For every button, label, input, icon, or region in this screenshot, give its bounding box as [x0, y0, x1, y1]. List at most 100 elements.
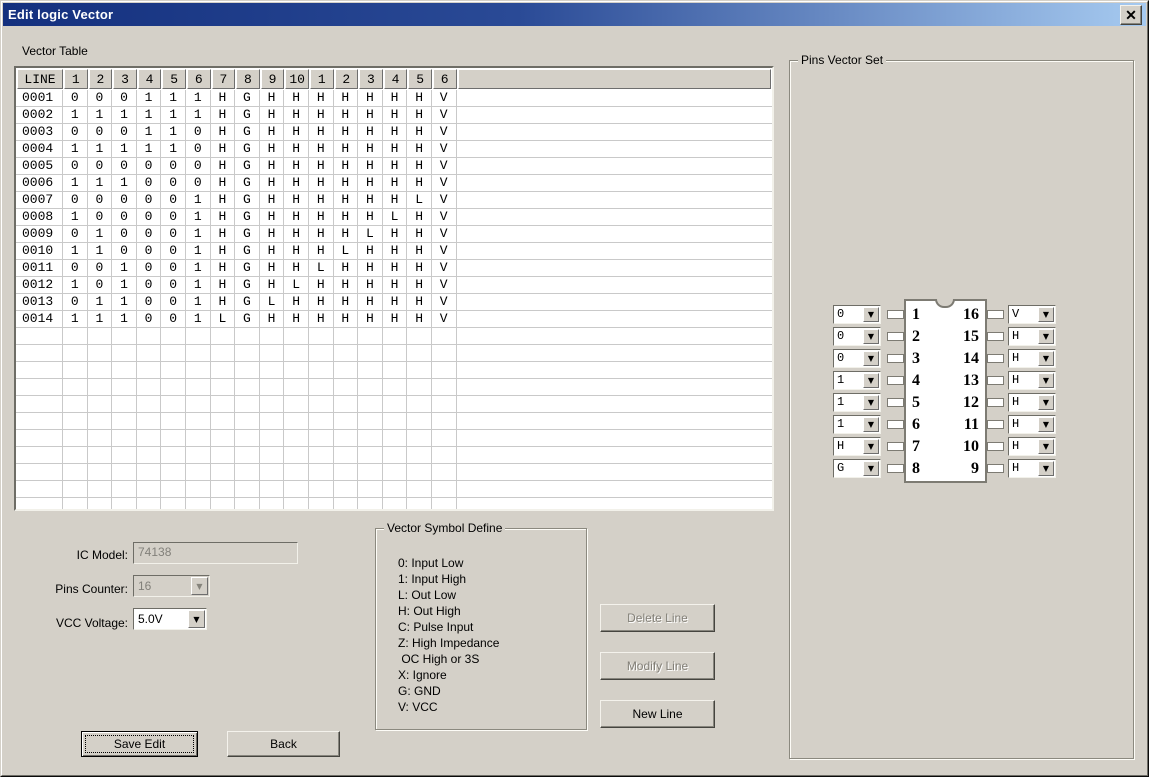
column-header-pin[interactable]: 10	[285, 69, 309, 89]
column-header-pin[interactable]: 7	[212, 69, 236, 89]
dropdown-arrow-icon[interactable]: ▼	[863, 417, 879, 432]
column-header-pin[interactable]: 2	[335, 69, 359, 89]
table-row[interactable]: 0002111111HGHHHHHHHV	[16, 107, 772, 124]
pin-8-combobox[interactable]: G▼	[833, 459, 881, 478]
table-row[interactable]: 0005000000HGHHHHHHHV	[16, 158, 772, 175]
dropdown-arrow-icon[interactable]: ▼	[1038, 373, 1054, 388]
pin-value-cell	[432, 328, 457, 344]
pin-10-combobox[interactable]: H▼	[1008, 437, 1056, 456]
pin-4-combobox[interactable]: 1▼	[833, 371, 881, 390]
dropdown-arrow-icon[interactable]: ▼	[1038, 395, 1054, 410]
column-header-pin[interactable]: 4	[138, 69, 162, 89]
pin-value-cell: H	[407, 294, 432, 310]
pin-value-cell	[211, 345, 236, 361]
pin-12-combobox[interactable]: H▼	[1008, 393, 1056, 412]
table-row[interactable]: 0012101001HGHLHHHHHV	[16, 277, 772, 294]
pin-9-combobox[interactable]: H▼	[1008, 459, 1056, 478]
vcc-voltage-combobox[interactable]: 5.0V ▼	[133, 608, 207, 630]
table-row[interactable]: 0001000111HGHHHHHHHV	[16, 90, 772, 107]
table-row[interactable]	[16, 430, 772, 447]
table-row[interactable]: 0010110001HGHHHLHHHV	[16, 243, 772, 260]
column-header-pin[interactable]: 1	[310, 69, 334, 89]
column-header-pin[interactable]: 5	[162, 69, 186, 89]
table-row[interactable]: 0003000110HGHHHHHHHV	[16, 124, 772, 141]
save-edit-button[interactable]: Save Edit	[81, 731, 198, 757]
dropdown-arrow-icon[interactable]: ▼	[863, 307, 879, 322]
table-row[interactable]: 0011001001HGHHLHHHHV	[16, 260, 772, 277]
table-row[interactable]: 0013011001HGLHHHHHHV	[16, 294, 772, 311]
pin-value-cell	[358, 430, 383, 446]
column-header-pin[interactable]: 3	[113, 69, 137, 89]
column-header-pin[interactable]: 2	[89, 69, 113, 89]
delete-line-button[interactable]: Delete Line	[600, 604, 715, 632]
pin-13-combobox[interactable]: H▼	[1008, 371, 1056, 390]
pin-7-combobox[interactable]: H▼	[833, 437, 881, 456]
pin-value-cell	[383, 328, 408, 344]
pin-number: 13	[963, 371, 979, 391]
table-row[interactable]	[16, 413, 772, 430]
table-row[interactable]: 0007000001HGHHHHHHLV	[16, 192, 772, 209]
ic-model-field[interactable]: 74138	[133, 542, 298, 564]
pin-2-combobox[interactable]: 0▼	[833, 327, 881, 346]
pin-6-combobox[interactable]: 1▼	[833, 415, 881, 434]
title-bar[interactable]: Edit logic Vector ✕	[3, 3, 1146, 26]
table-row[interactable]: 0006111000HGHHHHHHHV	[16, 175, 772, 192]
vector-table[interactable]: LINE12345678910123456 0001000111HGHHHHHH…	[14, 66, 774, 511]
dropdown-arrow-icon[interactable]: ▼	[863, 461, 879, 476]
pin-value-cell	[260, 447, 285, 463]
pin-value-cell: 0	[161, 260, 186, 276]
column-header-pin[interactable]: 3	[359, 69, 383, 89]
dropdown-arrow-icon[interactable]: ▼	[863, 351, 879, 366]
table-row[interactable]: 0009010001HGHHHHLHHV	[16, 226, 772, 243]
dropdown-arrow-icon[interactable]: ▼	[863, 439, 879, 454]
pin-value-cell	[432, 430, 457, 446]
table-row[interactable]: 0008100001HGHHHHHLHV	[16, 209, 772, 226]
dropdown-arrow-icon[interactable]: ▼	[1038, 329, 1054, 344]
legend-line: C: Pulse Input	[398, 619, 499, 635]
column-header-pin[interactable]: 4	[384, 69, 408, 89]
table-row[interactable]	[16, 396, 772, 413]
dropdown-arrow-icon[interactable]: ▼	[863, 329, 879, 344]
table-row[interactable]	[16, 447, 772, 464]
dropdown-arrow-icon[interactable]: ▼	[188, 610, 205, 628]
column-header-pin[interactable]: 6	[433, 69, 457, 89]
line-number-cell	[16, 464, 63, 480]
pin-14-combobox[interactable]: H▼	[1008, 349, 1056, 368]
table-row[interactable]	[16, 481, 772, 498]
modify-line-button[interactable]: Modify Line	[600, 652, 715, 680]
pin-value-cell	[284, 481, 309, 497]
table-row[interactable]	[16, 464, 772, 481]
table-row[interactable]	[16, 328, 772, 345]
column-header-pin[interactable]: 6	[187, 69, 211, 89]
dropdown-arrow-icon[interactable]: ▼	[863, 373, 879, 388]
pin-3-combobox[interactable]: 0▼	[833, 349, 881, 368]
pin-11-combobox[interactable]: H▼	[1008, 415, 1056, 434]
pins-counter-combobox[interactable]: 16 ▼	[133, 575, 210, 597]
pin-5-combobox[interactable]: 1▼	[833, 393, 881, 412]
pin-16-combobox[interactable]: V▼	[1008, 305, 1056, 324]
table-row[interactable]: 0004111110HGHHHHHHHV	[16, 141, 772, 158]
back-button[interactable]: Back	[227, 731, 340, 757]
pin-value-cell: L	[284, 277, 309, 293]
dropdown-arrow-icon[interactable]: ▼	[863, 395, 879, 410]
column-header-pin[interactable]: 5	[408, 69, 432, 89]
pin-value-cell: 1	[63, 175, 88, 191]
table-row[interactable]: 0014111001LGHHHHHHHV	[16, 311, 772, 328]
table-row[interactable]	[16, 345, 772, 362]
new-line-button[interactable]: New Line	[600, 700, 715, 728]
dropdown-arrow-icon[interactable]: ▼	[1038, 461, 1054, 476]
pin-15-combobox[interactable]: H▼	[1008, 327, 1056, 346]
dropdown-arrow-icon[interactable]: ▼	[1038, 307, 1054, 322]
column-header-pin[interactable]: 9	[261, 69, 285, 89]
table-row[interactable]	[16, 379, 772, 396]
dropdown-arrow-icon[interactable]: ▼	[1038, 351, 1054, 366]
column-header-line[interactable]: LINE	[17, 69, 63, 89]
dropdown-arrow-icon[interactable]: ▼	[1038, 439, 1054, 454]
table-row[interactable]	[16, 498, 772, 511]
column-header-pin[interactable]: 1	[64, 69, 88, 89]
close-button[interactable]: ✕	[1120, 5, 1142, 25]
column-header-pin[interactable]: 8	[236, 69, 260, 89]
table-row[interactable]	[16, 362, 772, 379]
dropdown-arrow-icon[interactable]: ▼	[1038, 417, 1054, 432]
pin-1-combobox[interactable]: 0▼	[833, 305, 881, 324]
